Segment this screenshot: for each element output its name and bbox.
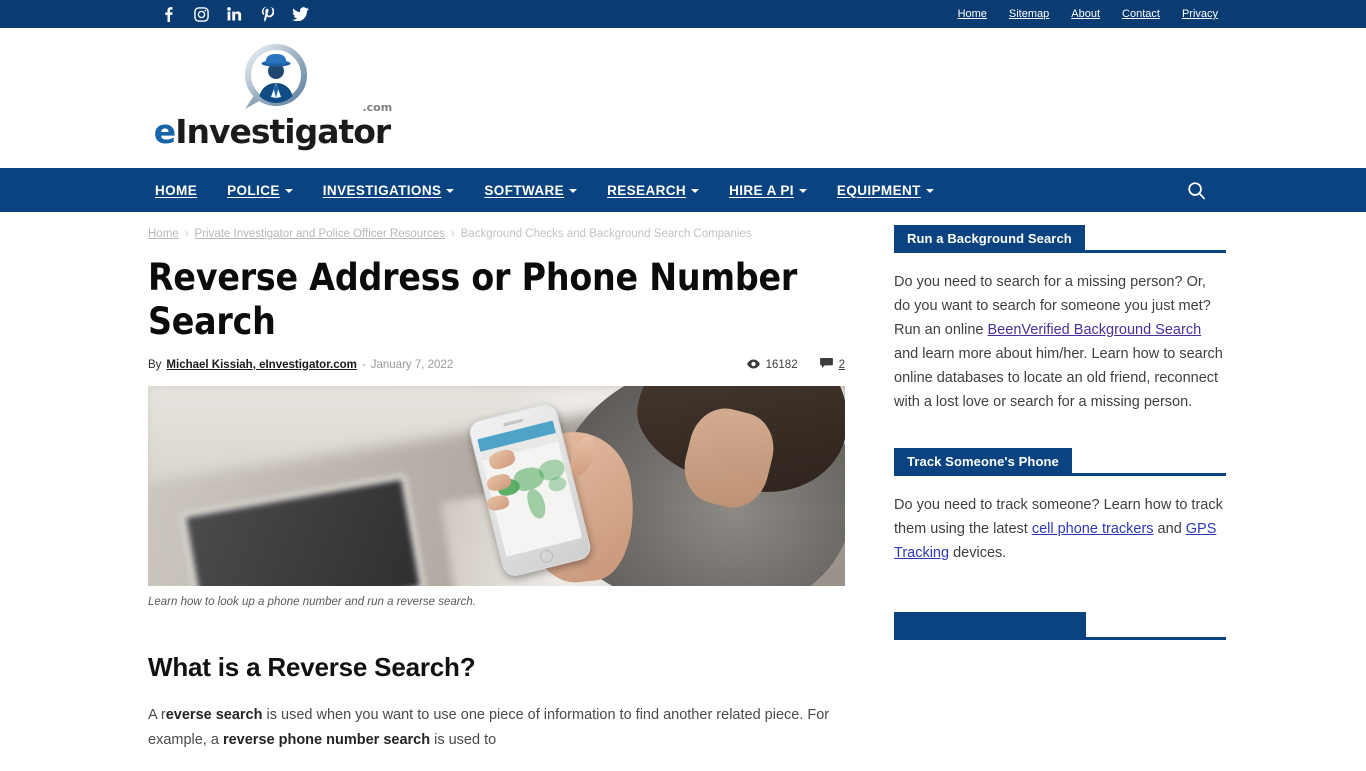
widget-text-3: devices. [949,545,1007,561]
beenverified-link[interactable]: BeenVerified Background Search [988,322,1202,338]
page-body: Home › Private Investigator and Police Off… [0,212,1366,771]
top-link-contact[interactable]: Contact [1122,8,1160,20]
nav-items: HOME POLICE INVESTIGATIONS SOFTWARE RESE… [155,183,964,198]
widget-body: Do you need to search for a missing pers… [894,270,1226,414]
widget-header: Track Someone's Phone [894,447,1226,476]
content-wrapper: Home › Private Investigator and Police Off… [148,212,1226,771]
para-bold-2: reverse phone number search [222,732,431,748]
article-meta: By Michael Kissiah, eInvestigator.com - … [148,358,845,372]
nav-item-home[interactable]: HOME [155,183,197,198]
widget-title: Track Someone's Phone [894,447,1072,475]
widget-text-2: and learn more about him/her. Learn how … [894,346,1223,410]
logo-wordmark: eInvestigator .com [153,102,392,151]
para-bold-1: everse search [165,707,263,723]
facebook-icon[interactable] [152,0,185,28]
nav-item-research[interactable]: RESEARCH [607,182,700,198]
comment-count-value[interactable]: 2 [839,359,845,371]
logo-band: eInvestigator .com [0,28,1366,168]
nav-item-software[interactable]: SOFTWARE [484,182,578,198]
page-title: Reverse Address or Phone Number Search [148,256,798,343]
logo-tld: .com [362,101,393,114]
widget-header: Run a Background Search [894,224,1226,253]
twitter-icon[interactable] [284,0,317,28]
breadcrumb: Home › Private Investigator and Police Off… [148,228,845,240]
top-bar: Home Sitemap About Contact Privacy [0,0,1366,28]
logo-rest: Investigator [175,112,391,151]
comment-icon [819,358,833,372]
view-count: 16182 [746,359,798,372]
breadcrumb-parent[interactable]: Private Investigator and Police Officer … [195,228,445,240]
author-link[interactable]: Michael Kissiah, eInvestigator.com [166,359,356,371]
chevron-down-icon [925,189,934,193]
breadcrumb-home[interactable]: Home [148,228,179,240]
widget-next-partial [894,611,1226,640]
comment-count: 2 [819,358,845,372]
nav-label: INVESTIGATIONS [322,182,442,198]
nav-item-hire-a-pi[interactable]: HIRE A PI [729,183,807,198]
meta-dash: - [361,359,366,371]
nav-label: RESEARCH [607,182,687,198]
section-heading: What is a Reverse Search? [148,652,476,682]
widget-body: Do you need to track someone? Learn how … [894,493,1226,565]
by-label: By [148,359,162,371]
chevron-down-icon [446,189,455,193]
article-paragraph: A reverse search is used when you want t… [148,703,845,753]
linkedin-icon[interactable] [218,0,251,28]
main-navigation: HOME POLICE INVESTIGATIONS SOFTWARE RESE… [0,168,1366,212]
search-icon[interactable] [1187,168,1206,212]
top-nav-links: Home Sitemap About Contact Privacy [958,0,1218,28]
nav-label: HOME [155,182,198,198]
instagram-icon[interactable] [185,0,218,28]
article-column: Home › Private Investigator and Police Off… [148,212,845,771]
eye-icon [746,359,760,372]
widget-title [894,611,1086,639]
widget-title: Run a Background Search [894,224,1085,252]
top-link-privacy[interactable]: Privacy [1182,8,1218,20]
breadcrumb-separator: › [450,228,455,240]
para-text-3: is used to [430,732,497,748]
sidebar: Run a Background Search Do you need to s… [894,212,1226,771]
magnifying-glass-detective-icon [237,43,315,121]
view-count-value: 16182 [765,359,798,371]
breadcrumb-separator: › [184,228,189,240]
top-link-about[interactable]: About [1071,8,1100,20]
image-caption: Learn how to look up a phone number and … [148,596,476,608]
nav-label: HIRE A PI [729,182,794,198]
chevron-down-icon [569,189,578,193]
chevron-down-icon [691,189,700,193]
widget-header [894,611,1226,640]
nav-label: POLICE [227,182,280,198]
para-text-1: A r [148,707,166,723]
social-links [152,0,317,28]
breadcrumb-current: Background Checks and Background Search … [460,228,752,240]
widget-track-someones-phone: Track Someone's Phone Do you need to tra… [894,447,1226,565]
publish-date: January 7, 2022 [370,359,454,371]
chevron-down-icon [798,189,807,193]
logo-e: e [153,112,176,151]
byline: By Michael Kissiah, eInvestigator.com - … [148,359,453,371]
chevron-down-icon [284,189,293,193]
article-stats: 16182 2 [746,358,845,372]
widget-run-background-search: Run a Background Search Do you need to s… [894,224,1226,414]
top-link-home[interactable]: Home [958,8,987,20]
article-hero-image [148,386,845,586]
nav-item-equipment[interactable]: EQUIPMENT [837,183,934,198]
top-link-sitemap[interactable]: Sitemap [1009,8,1049,20]
widget-text-2: and [1153,521,1186,537]
cell-phone-trackers-link[interactable]: cell phone trackers [1032,521,1154,537]
nav-item-police[interactable]: POLICE [227,183,293,198]
site-logo[interactable]: eInvestigator .com [154,43,392,153]
nav-item-investigations[interactable]: INVESTIGATIONS [323,183,455,198]
nav-label: SOFTWARE [484,182,565,198]
nav-label: EQUIPMENT [836,182,921,198]
pinterest-icon[interactable] [251,0,284,28]
